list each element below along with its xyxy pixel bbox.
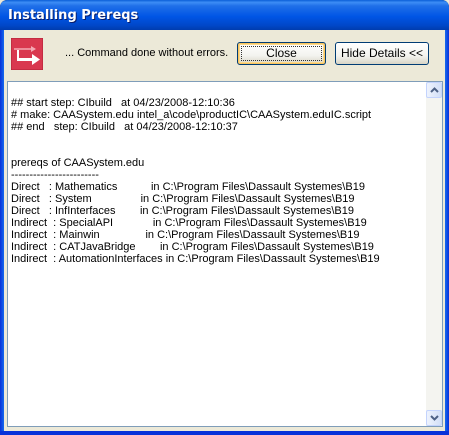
window-frame-right: [445, 30, 449, 435]
chevron-down-icon: [430, 415, 439, 421]
log-line: Indirect : SpecialAPI in C:\Program File…: [11, 217, 367, 229]
vertical-scrollbar[interactable]: [426, 82, 442, 426]
log-output-area[interactable]: ## start step: CIbuild at 04/23/2008-12:…: [7, 81, 443, 427]
log-line: ## start step: CIbuild at 04/23/2008-12:…: [11, 97, 235, 109]
log-line: Indirect : CATJavaBridge in C:\Program F…: [11, 241, 374, 253]
focus-rectangle: [241, 46, 322, 61]
close-button[interactable]: Close: [237, 42, 326, 65]
chevron-up-icon: [430, 87, 439, 93]
hide-details-button-label: Hide Details <<: [340, 46, 424, 60]
status-message: ... Command done without errors.: [65, 47, 229, 59]
log-line: # make: CAASystem.edu intel_a\code\produ…: [11, 109, 372, 121]
log-line: Direct : Mathematics in C:\Program Files…: [11, 181, 365, 193]
installing-prereqs-window: Installing Prereqs ... Command done with…: [0, 0, 449, 435]
hide-details-button[interactable]: Hide Details <<: [335, 42, 429, 65]
log-line: prereqs of CAASystem.edu: [11, 157, 145, 169]
window-title: Installing Prereqs: [8, 8, 139, 23]
title-bar[interactable]: Installing Prereqs: [0, 0, 449, 30]
window-frame-bottom: [0, 431, 449, 435]
log-line: Direct : InfInterfaces in C:\Program Fil…: [11, 205, 354, 217]
log-line: Direct : System in C:\Program Files\Dass…: [11, 193, 355, 205]
dialog-client-area: ... Command done without errors. Close H…: [4, 30, 445, 431]
scroll-up-button[interactable]: [426, 82, 442, 98]
log-line: ------------------------: [11, 169, 99, 181]
arrow-icon: [10, 37, 44, 71]
log-line: Indirect : Mainwin in C:\Program Files\D…: [11, 229, 360, 241]
log-line: Indirect : AutomationInterfaces in C:\Pr…: [11, 253, 380, 265]
log-text: ## start step: CIbuild at 04/23/2008-12:…: [9, 82, 426, 426]
log-line: ## end step: CIbuild at 04/23/2008-12:10…: [11, 121, 238, 133]
scroll-down-button[interactable]: [426, 410, 442, 426]
